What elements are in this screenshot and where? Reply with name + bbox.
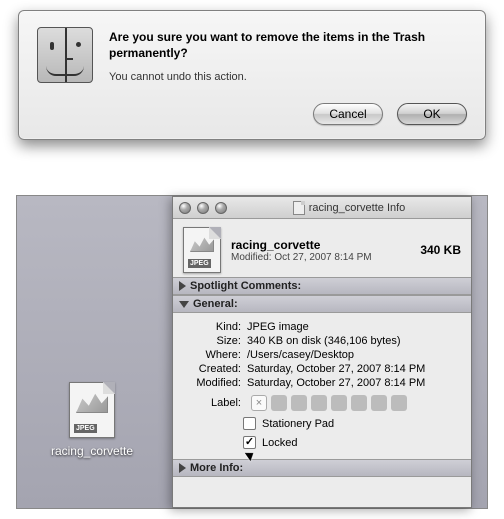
created-value: Saturday, October 27, 2007 8:14 PM — [247, 363, 461, 375]
proxy-file-icon — [293, 201, 305, 215]
size-value: 340 KB on disk (346,106 bytes) — [247, 335, 461, 347]
file-icon: JPEG — [69, 382, 115, 438]
desktop-file-label: racing_corvette — [47, 444, 137, 458]
desktop-background: JPEG racing_corvette racing_corvette Inf… — [16, 195, 488, 509]
info-header-file-icon: JPEG — [183, 227, 221, 273]
window-titlebar[interactable]: racing_corvette Info — [173, 197, 471, 219]
window-title-text: racing_corvette Info — [309, 202, 406, 214]
label-color-swatch[interactable] — [391, 395, 407, 411]
where-label: Where: — [183, 349, 247, 361]
dialog-title: Are you sure you want to remove the item… — [109, 29, 467, 61]
info-header-filename: racing_corvette — [231, 238, 372, 252]
created-label: Created: — [183, 363, 247, 375]
locked-label: Locked — [262, 437, 297, 449]
window-title: racing_corvette Info — [233, 201, 465, 215]
stationery-pad-checkbox[interactable] — [243, 417, 256, 430]
label-color-swatch[interactable] — [271, 395, 287, 411]
zoom-icon[interactable] — [215, 202, 227, 214]
modified-label: Modified: — [183, 377, 247, 389]
desktop-file-racing-corvette[interactable]: JPEG racing_corvette — [47, 382, 137, 458]
label-color-swatch[interactable] — [351, 395, 367, 411]
section-label: More Info: — [190, 462, 243, 474]
close-icon[interactable] — [179, 202, 191, 214]
section-general[interactable]: General: — [173, 295, 471, 313]
kind-label: Kind: — [183, 321, 247, 333]
kind-value: JPEG image — [247, 321, 461, 333]
cancel-button[interactable]: Cancel — [313, 103, 383, 125]
dialog-subtitle: You cannot undo this action. — [109, 71, 467, 83]
ok-button[interactable]: OK — [397, 103, 467, 125]
info-header-size: 340 KB — [420, 243, 461, 257]
disclosure-triangle-icon — [179, 463, 186, 473]
info-header: JPEG racing_corvette Modified: Oct 27, 2… — [173, 219, 471, 277]
empty-trash-dialog: Are you sure you want to remove the item… — [18, 10, 486, 140]
locked-checkbox[interactable] — [243, 436, 256, 449]
section-label: General: — [193, 298, 238, 310]
minimize-icon[interactable] — [197, 202, 209, 214]
label-clear-button[interactable]: × — [251, 395, 267, 411]
section-more-info[interactable]: More Info: — [173, 459, 471, 477]
stationery-pad-label: Stationery Pad — [262, 418, 334, 430]
disclosure-triangle-icon — [179, 281, 186, 291]
general-panel: Kind: JPEG image Size: 340 KB on disk (3… — [173, 313, 471, 459]
disclosure-triangle-icon — [179, 301, 189, 308]
finder-icon — [37, 27, 93, 83]
label-color-swatch[interactable] — [331, 395, 347, 411]
label-color-swatch[interactable] — [311, 395, 327, 411]
info-header-modified: Modified: Oct 27, 2007 8:14 PM — [231, 252, 372, 263]
label-label: Label: — [183, 397, 247, 409]
jpeg-badge: JPEG — [188, 259, 211, 268]
jpeg-badge: JPEG — [74, 424, 97, 433]
label-color-swatch[interactable] — [371, 395, 387, 411]
modified-value: Saturday, October 27, 2007 8:14 PM — [247, 377, 461, 389]
label-color-swatch[interactable] — [291, 395, 307, 411]
get-info-window: racing_corvette Info JPEG racing_corvett… — [172, 196, 472, 508]
where-value: /Users/casey/Desktop — [247, 349, 461, 361]
section-label: Spotlight Comments: — [190, 280, 301, 292]
section-spotlight-comments[interactable]: Spotlight Comments: — [173, 277, 471, 295]
size-label: Size: — [183, 335, 247, 347]
